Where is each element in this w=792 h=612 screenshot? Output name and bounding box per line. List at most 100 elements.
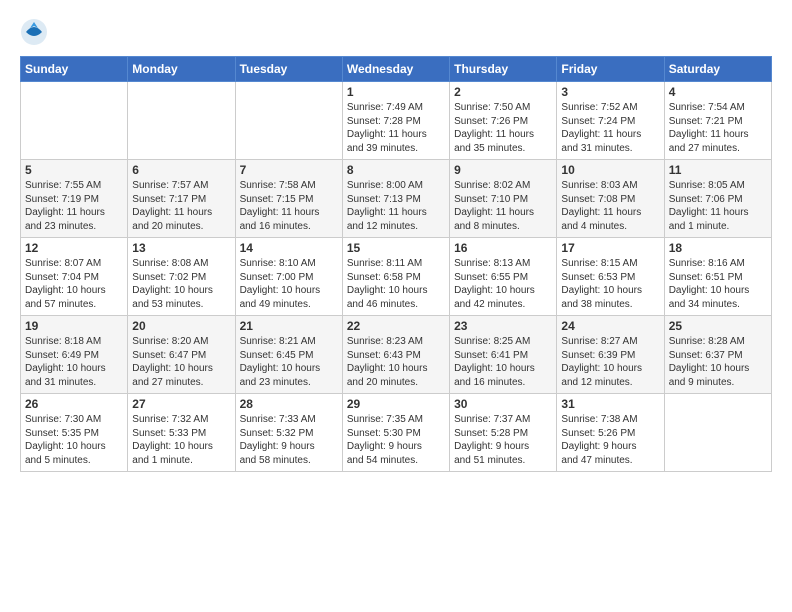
- day-info: Sunrise: 8:11 AM Sunset: 6:58 PM Dayligh…: [347, 257, 445, 311]
- calendar-cell: 4Sunrise: 7:54 AM Sunset: 7:21 PM Daylig…: [664, 82, 771, 160]
- day-header: Saturday: [664, 57, 771, 82]
- calendar-cell: 28 Sunrise: 7:33 AM Sunset: 5:32 PM Dayli…: [235, 394, 342, 472]
- day-info: Sunrise: 8:16 AM Sunset: 6:51 PM Dayligh…: [669, 257, 767, 311]
- day-info: Sunrise: 7:55 AM Sunset: 7:19 PM Dayligh…: [25, 179, 123, 233]
- calendar-cell: 27 Sunrise: 7:32 AM Sunset: 5:33 PM Dayli…: [128, 394, 235, 472]
- day-info: Sunrise: 8:10 AM Sunset: 7:00 PM Dayligh…: [240, 257, 338, 311]
- day-info: Sunrise: 8:03 AM Sunset: 7:08 PM Dayligh…: [561, 179, 659, 233]
- calendar-cell: 9 Sunrise: 8:02 AM Sunset: 7:10 PM Daylig…: [450, 160, 557, 238]
- calendar-cell: 1 Sunrise: 7:49 AM Sunset: 7:28 PM Daylig…: [342, 82, 449, 160]
- day-info: Sunrise: 7:32 AM Sunset: 5:33 PM Dayligh…: [132, 413, 230, 467]
- day-info: Sunrise: 7:30 AM Sunset: 5:35 PM Dayligh…: [25, 413, 123, 467]
- day-number: 3: [561, 85, 659, 99]
- day-number: 18: [669, 241, 767, 255]
- day-info: Sunrise: 7:54 AM Sunset: 7:21 PM Dayligh…: [669, 101, 767, 155]
- day-number: 11: [669, 163, 767, 177]
- day-info: Sunrise: 8:23 AM Sunset: 6:43 PM Dayligh…: [347, 335, 445, 389]
- calendar-cell: 14 Sunrise: 8:10 AM Sunset: 7:00 PM Dayli…: [235, 238, 342, 316]
- calendar-cell: 10Sunrise: 8:03 AM Sunset: 7:08 PM Dayli…: [557, 160, 664, 238]
- day-info: Sunrise: 8:28 AM Sunset: 6:37 PM Dayligh…: [669, 335, 767, 389]
- day-number: 28: [240, 397, 338, 411]
- day-header: Friday: [557, 57, 664, 82]
- calendar-cell: 16 Sunrise: 8:13 AM Sunset: 6:55 PM Dayli…: [450, 238, 557, 316]
- day-number: 31: [561, 397, 659, 411]
- day-info: Sunrise: 8:20 AM Sunset: 6:47 PM Dayligh…: [132, 335, 230, 389]
- day-info: Sunrise: 8:02 AM Sunset: 7:10 PM Dayligh…: [454, 179, 552, 233]
- day-header: Tuesday: [235, 57, 342, 82]
- calendar-cell: [235, 82, 342, 160]
- calendar-cell: 15Sunrise: 8:11 AM Sunset: 6:58 PM Dayli…: [342, 238, 449, 316]
- day-number: 1: [347, 85, 445, 99]
- calendar-cell: 2 Sunrise: 7:50 AM Sunset: 7:26 PM Daylig…: [450, 82, 557, 160]
- day-number: 14: [240, 241, 338, 255]
- day-number: 21: [240, 319, 338, 333]
- logo: [20, 18, 52, 46]
- calendar-cell: 29Sunrise: 7:35 AM Sunset: 5:30 PM Dayli…: [342, 394, 449, 472]
- calendar-cell: 25 Sunrise: 8:28 AM Sunset: 6:37 PM Dayli…: [664, 316, 771, 394]
- day-number: 27: [132, 397, 230, 411]
- calendar-cell: [128, 82, 235, 160]
- day-info: Sunrise: 7:52 AM Sunset: 7:24 PM Dayligh…: [561, 101, 659, 155]
- day-info: Sunrise: 7:37 AM Sunset: 5:28 PM Dayligh…: [454, 413, 552, 467]
- day-info: Sunrise: 7:49 AM Sunset: 7:28 PM Dayligh…: [347, 101, 445, 155]
- day-number: 2: [454, 85, 552, 99]
- day-number: 29: [347, 397, 445, 411]
- day-number: 9: [454, 163, 552, 177]
- day-number: 30: [454, 397, 552, 411]
- calendar-cell: [664, 394, 771, 472]
- calendar-cell: 13Sunrise: 8:08 AM Sunset: 7:02 PM Dayli…: [128, 238, 235, 316]
- day-number: 17: [561, 241, 659, 255]
- calendar-cell: 26 Sunrise: 7:30 AM Sunset: 5:35 PM Dayli…: [21, 394, 128, 472]
- calendar-week: 26 Sunrise: 7:30 AM Sunset: 5:35 PM Dayli…: [21, 394, 772, 472]
- day-number: 20: [132, 319, 230, 333]
- day-info: Sunrise: 8:13 AM Sunset: 6:55 PM Dayligh…: [454, 257, 552, 311]
- calendar-week: 19 Sunrise: 8:18 AM Sunset: 6:49 PM Dayli…: [21, 316, 772, 394]
- day-number: 8: [347, 163, 445, 177]
- day-number: 23: [454, 319, 552, 333]
- calendar-cell: 17 Sunrise: 8:15 AM Sunset: 6:53 PM Dayli…: [557, 238, 664, 316]
- day-number: 19: [25, 319, 123, 333]
- calendar-cell: 22Sunrise: 8:23 AM Sunset: 6:43 PM Dayli…: [342, 316, 449, 394]
- calendar-cell: 19 Sunrise: 8:18 AM Sunset: 6:49 PM Dayli…: [21, 316, 128, 394]
- day-header: Sunday: [21, 57, 128, 82]
- page: SundayMondayTuesdayWednesdayThursdayFrid…: [0, 0, 792, 612]
- calendar-cell: 30 Sunrise: 7:37 AM Sunset: 5:28 PM Dayli…: [450, 394, 557, 472]
- day-header: Thursday: [450, 57, 557, 82]
- day-number: 6: [132, 163, 230, 177]
- calendar-cell: 6 Sunrise: 7:57 AM Sunset: 7:17 PM Daylig…: [128, 160, 235, 238]
- day-number: 25: [669, 319, 767, 333]
- calendar-cell: 11 Sunrise: 8:05 AM Sunset: 7:06 PM Dayli…: [664, 160, 771, 238]
- day-info: Sunrise: 8:18 AM Sunset: 6:49 PM Dayligh…: [25, 335, 123, 389]
- day-number: 26: [25, 397, 123, 411]
- calendar-cell: 8Sunrise: 8:00 AM Sunset: 7:13 PM Daylig…: [342, 160, 449, 238]
- calendar-week: 1 Sunrise: 7:49 AM Sunset: 7:28 PM Daylig…: [21, 82, 772, 160]
- day-info: Sunrise: 8:27 AM Sunset: 6:39 PM Dayligh…: [561, 335, 659, 389]
- calendar-week: 12Sunrise: 8:07 AM Sunset: 7:04 PM Dayli…: [21, 238, 772, 316]
- day-info: Sunrise: 8:05 AM Sunset: 7:06 PM Dayligh…: [669, 179, 767, 233]
- header: [20, 18, 772, 46]
- day-info: Sunrise: 7:58 AM Sunset: 7:15 PM Dayligh…: [240, 179, 338, 233]
- calendar-cell: 23 Sunrise: 8:25 AM Sunset: 6:41 PM Dayli…: [450, 316, 557, 394]
- calendar-header: SundayMondayTuesdayWednesdayThursdayFrid…: [21, 57, 772, 82]
- calendar-cell: 5Sunrise: 7:55 AM Sunset: 7:19 PM Daylig…: [21, 160, 128, 238]
- day-number: 7: [240, 163, 338, 177]
- calendar-cell: 18 Sunrise: 8:16 AM Sunset: 6:51 PM Dayli…: [664, 238, 771, 316]
- day-header: Monday: [128, 57, 235, 82]
- day-header: Wednesday: [342, 57, 449, 82]
- day-info: Sunrise: 7:33 AM Sunset: 5:32 PM Dayligh…: [240, 413, 338, 467]
- calendar-body: 1 Sunrise: 7:49 AM Sunset: 7:28 PM Daylig…: [21, 82, 772, 472]
- day-info: Sunrise: 8:08 AM Sunset: 7:02 PM Dayligh…: [132, 257, 230, 311]
- calendar: SundayMondayTuesdayWednesdayThursdayFrid…: [20, 56, 772, 472]
- day-number: 24: [561, 319, 659, 333]
- calendar-cell: 31Sunrise: 7:38 AM Sunset: 5:26 PM Dayli…: [557, 394, 664, 472]
- day-info: Sunrise: 8:07 AM Sunset: 7:04 PM Dayligh…: [25, 257, 123, 311]
- day-info: Sunrise: 8:15 AM Sunset: 6:53 PM Dayligh…: [561, 257, 659, 311]
- calendar-cell: [21, 82, 128, 160]
- day-info: Sunrise: 8:25 AM Sunset: 6:41 PM Dayligh…: [454, 335, 552, 389]
- day-info: Sunrise: 7:50 AM Sunset: 7:26 PM Dayligh…: [454, 101, 552, 155]
- calendar-cell: 24 Sunrise: 8:27 AM Sunset: 6:39 PM Dayli…: [557, 316, 664, 394]
- calendar-cell: 12Sunrise: 8:07 AM Sunset: 7:04 PM Dayli…: [21, 238, 128, 316]
- day-number: 16: [454, 241, 552, 255]
- day-info: Sunrise: 8:21 AM Sunset: 6:45 PM Dayligh…: [240, 335, 338, 389]
- day-info: Sunrise: 7:57 AM Sunset: 7:17 PM Dayligh…: [132, 179, 230, 233]
